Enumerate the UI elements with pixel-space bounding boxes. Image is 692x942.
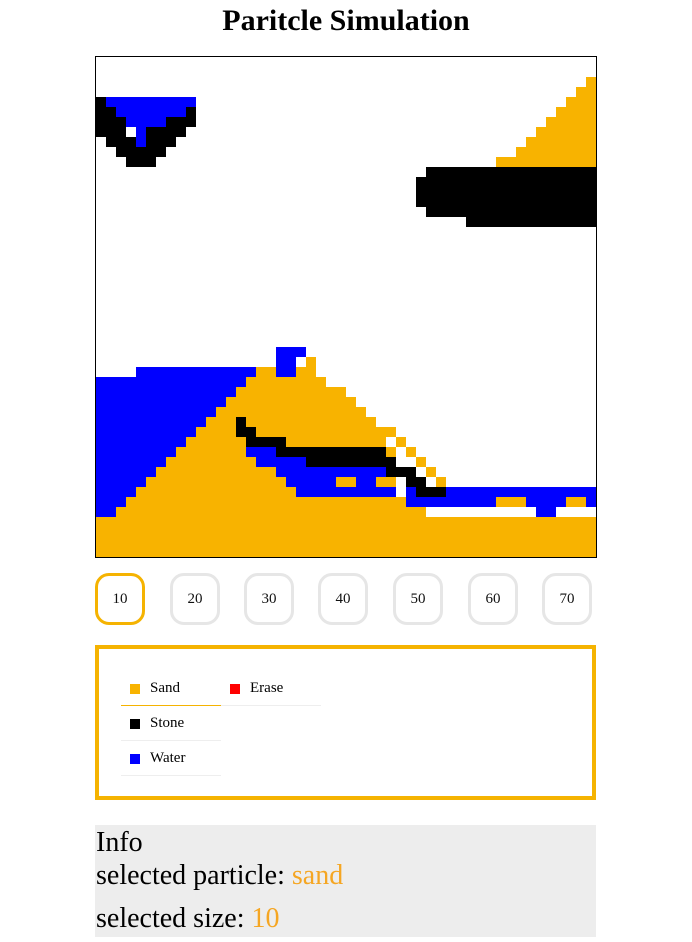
sand-cell (336, 477, 356, 487)
size-button-30[interactable]: 30 (244, 573, 294, 625)
water-swatch-icon (130, 753, 140, 764)
stone-cell (386, 457, 396, 477)
stone-cell (246, 437, 286, 447)
stone-swatch-icon (130, 718, 140, 729)
sand-cell (566, 497, 586, 507)
particle-label-water: Water (150, 750, 186, 766)
stone-cell (156, 127, 166, 157)
sand-cell (126, 497, 406, 507)
water-cell (276, 347, 306, 357)
stone-cell (306, 457, 386, 467)
size-button-40[interactable]: 40 (318, 573, 368, 625)
simulation-grid[interactable] (96, 57, 596, 557)
sand-cell (316, 417, 326, 427)
particle-item-water[interactable]: Water (121, 742, 221, 776)
water-cell (246, 447, 276, 457)
stone-cell (116, 117, 126, 157)
water-cell (296, 487, 396, 497)
particle-item-sand[interactable]: Sand (121, 672, 221, 706)
water-cell (276, 467, 386, 477)
sand-cell (286, 377, 326, 387)
water-cell (106, 97, 196, 107)
erase-swatch-icon (230, 683, 240, 694)
particle-label-sand: Sand (150, 680, 180, 696)
stone-cell (236, 427, 256, 437)
info-particle-label: selected particle: (96, 860, 292, 891)
stone-cell (426, 207, 596, 217)
sand-cell (296, 397, 326, 407)
stone-cell (126, 137, 136, 167)
sand-cell (236, 387, 286, 397)
sand-cell (396, 437, 406, 447)
sand-cell (496, 157, 596, 167)
sand-cell (156, 467, 276, 477)
info-selected-size: selected size: 10 (96, 903, 279, 935)
sand-cell (436, 477, 446, 487)
info-size-label: selected size: (96, 903, 252, 934)
size-button-10[interactable]: 10 (95, 573, 145, 625)
size-button-60[interactable]: 60 (468, 573, 518, 625)
size-button-70[interactable]: 70 (542, 573, 592, 625)
water-cell (136, 117, 166, 127)
stone-cell (166, 117, 176, 147)
stone-cell (136, 147, 146, 167)
sand-cell (416, 457, 426, 467)
info-particle-value: sand (291, 860, 344, 891)
stone-cell (416, 177, 596, 207)
particle-selector: Sand Erase Stone Water (95, 645, 596, 800)
particle-label-erase: Erase (250, 680, 284, 696)
sand-cell (226, 397, 276, 407)
sand-cell (216, 407, 266, 417)
size-button-50[interactable]: 50 (393, 573, 443, 625)
water-cell (256, 457, 306, 467)
size-selector: 10 20 30 40 50 60 70 (95, 573, 597, 629)
sand-cell (276, 387, 346, 397)
sand-cell (256, 367, 276, 377)
info-size-value: 10 (251, 903, 280, 934)
stone-cell (576, 217, 596, 227)
sand-cell (406, 447, 416, 457)
stone-cell (416, 487, 446, 497)
sand-cell (336, 417, 376, 427)
sand-cell (146, 477, 286, 487)
info-heading: Info (96, 827, 143, 858)
page-title: Paritcle Simulation (222, 4, 470, 37)
sand-cell (426, 467, 436, 477)
sand-cell (496, 497, 526, 507)
particle-label-stone: Stone (150, 715, 185, 731)
stone-cell (236, 417, 246, 427)
info-panel: Info selected particle: sand selected si… (95, 825, 596, 937)
stone-cell (296, 447, 386, 457)
stone-cell (96, 97, 106, 137)
info-selected-particle: selected particle: sand (96, 860, 343, 892)
sand-swatch-icon (130, 683, 140, 694)
water-cell (116, 107, 186, 117)
sand-cell (246, 377, 286, 387)
size-button-20[interactable]: 20 (170, 573, 220, 625)
sand-cell (96, 517, 596, 557)
particle-item-stone[interactable]: Stone (121, 707, 221, 741)
sand-cell (306, 407, 326, 417)
sand-cell (296, 367, 316, 377)
sand-cell (306, 357, 316, 367)
sand-cell (356, 427, 396, 437)
sand-cell (376, 477, 396, 487)
water-cell (136, 127, 146, 147)
particle-item-erase[interactable]: Erase (221, 672, 321, 706)
simulation-canvas[interactable] (95, 56, 597, 558)
stone-cell (406, 477, 426, 487)
stone-cell (426, 167, 596, 177)
sand-cell (116, 507, 426, 517)
stone-cell (396, 467, 416, 477)
water-cell (536, 507, 556, 517)
